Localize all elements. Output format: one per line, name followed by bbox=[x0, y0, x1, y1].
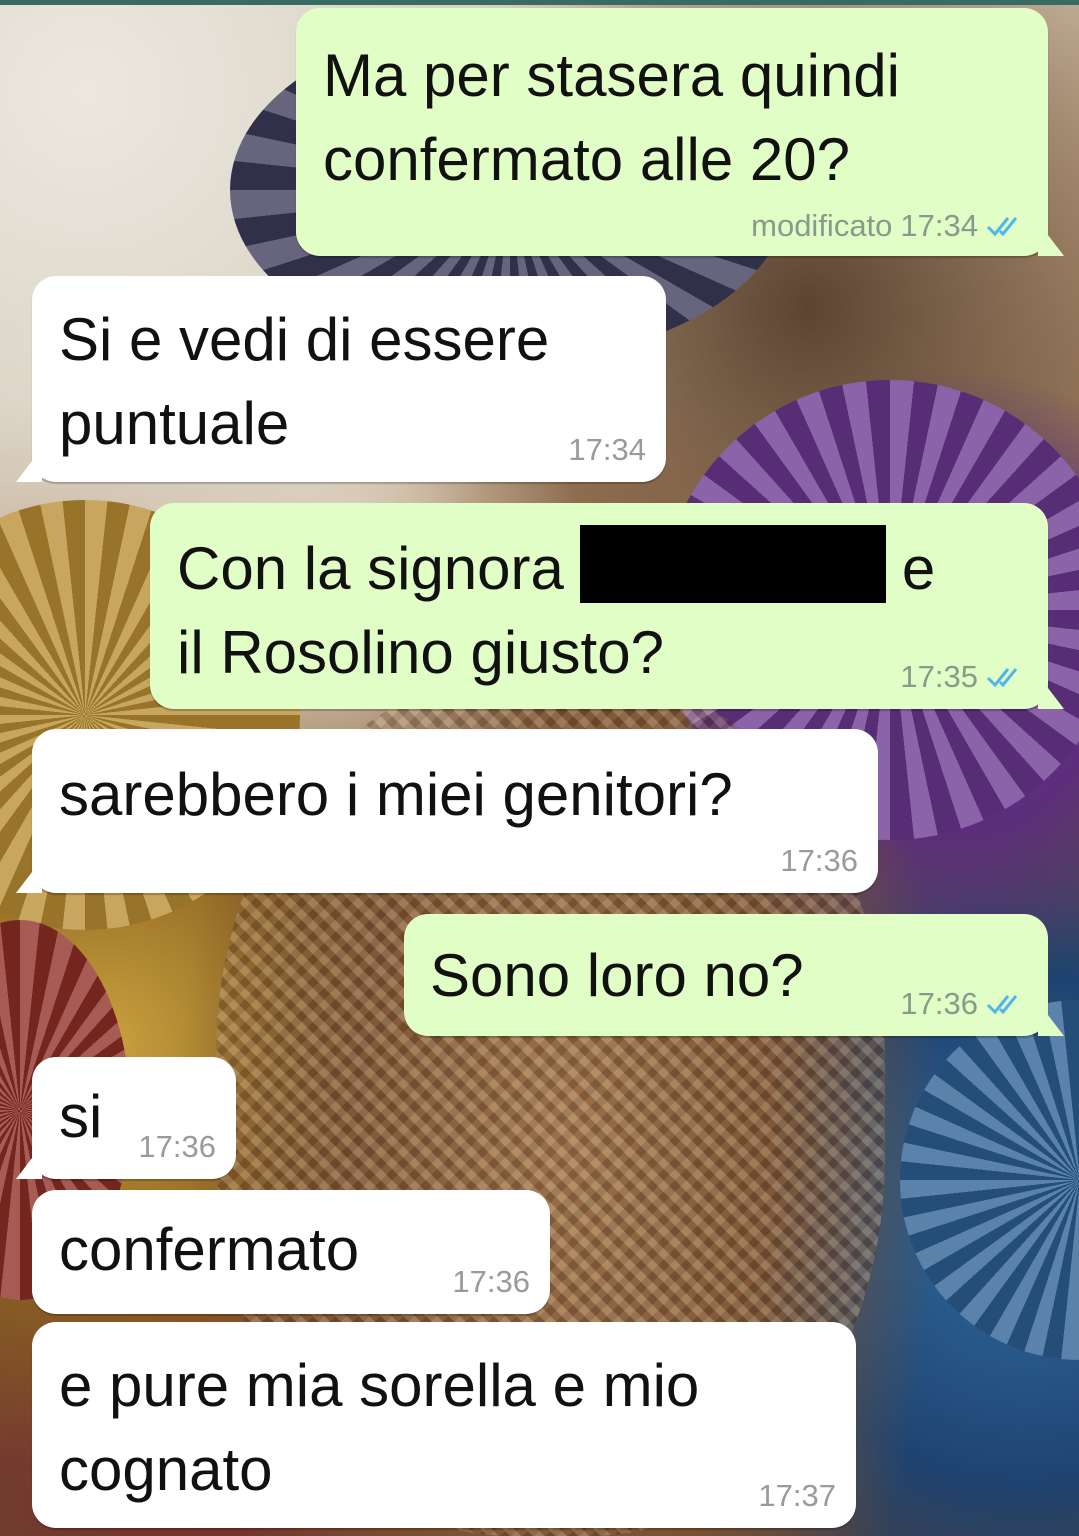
message-bubble-outgoing[interactable]: Sono loro no? 17:36 bbox=[404, 914, 1064, 1036]
message-line: Ma per stasera quindi bbox=[323, 42, 900, 109]
message-line: sarebbero i miei genitori? bbox=[59, 761, 733, 828]
message-meta: modificato 17:34 bbox=[751, 208, 1028, 244]
message-line: Sono loro no? bbox=[430, 942, 804, 1009]
message-line: cognato bbox=[59, 1436, 273, 1503]
wallpaper-decor bbox=[900, 1000, 1079, 1360]
message-text: sarebbero i miei genitori? bbox=[59, 753, 733, 837]
message-fragment: e bbox=[901, 535, 936, 602]
message-time: 17:37 bbox=[758, 1478, 836, 1513]
message-text: Si e vedi di essere puntuale bbox=[59, 298, 549, 466]
message-bubble-outgoing[interactable]: Con la signora e il Rosolino giusto? 17:3… bbox=[150, 503, 1064, 709]
message-time: 17:36 bbox=[138, 1129, 216, 1164]
message-meta: 17:36 bbox=[138, 1129, 216, 1165]
double-check-icon bbox=[986, 217, 1018, 237]
message-line: Si e vedi di essere bbox=[59, 306, 550, 373]
message-line: Con la signora e bbox=[177, 525, 935, 611]
message-line: confermato alle 20? bbox=[323, 126, 850, 193]
edited-label: modificato bbox=[751, 208, 893, 243]
message-text: e pure mia sorella e mio cognato bbox=[59, 1344, 699, 1512]
message-meta: 17:34 bbox=[568, 432, 646, 468]
message-meta: 17:36 bbox=[452, 1264, 530, 1300]
message-text: Ma per stasera quindi confermato alle 20… bbox=[323, 34, 900, 202]
message-line: puntuale bbox=[59, 390, 290, 457]
message-meta: 17:35 bbox=[900, 659, 1028, 695]
message-line: si bbox=[59, 1083, 103, 1150]
message-bubble-incoming[interactable]: confermato 17:36 bbox=[32, 1190, 550, 1314]
message-text: Con la signora e il Rosolino giusto? bbox=[177, 525, 935, 695]
double-check-icon bbox=[986, 995, 1018, 1015]
double-check-icon bbox=[986, 668, 1018, 688]
message-fragment: Con la signora bbox=[177, 535, 564, 602]
message-time: 17:36 bbox=[780, 843, 858, 878]
message-bubble-incoming[interactable]: si 17:36 bbox=[16, 1057, 236, 1179]
message-line: e pure mia sorella e mio bbox=[59, 1352, 700, 1419]
message-meta: 17:37 bbox=[758, 1478, 836, 1514]
app-bar-edge bbox=[0, 0, 1079, 5]
message-meta: 17:36 bbox=[780, 843, 858, 879]
message-bubble-incoming[interactable]: Si e vedi di essere puntuale 17:34 bbox=[16, 276, 666, 482]
message-time: 17:34 bbox=[900, 208, 978, 243]
message-time: 17:35 bbox=[900, 659, 978, 694]
message-text: Sono loro no? bbox=[430, 934, 804, 1018]
message-line: confermato bbox=[59, 1216, 360, 1283]
message-bubble-incoming[interactable]: e pure mia sorella e mio cognato 17:37 bbox=[32, 1322, 856, 1528]
redaction-box bbox=[579, 525, 886, 603]
message-meta: 17:36 bbox=[900, 986, 1028, 1022]
message-time: 17:36 bbox=[452, 1264, 530, 1299]
message-time: 17:36 bbox=[900, 986, 978, 1021]
message-line: il Rosolino giusto? bbox=[177, 619, 664, 686]
message-time: 17:34 bbox=[568, 432, 646, 467]
message-bubble-incoming[interactable]: sarebbero i miei genitori? 17:36 bbox=[16, 729, 878, 893]
message-text: si bbox=[59, 1075, 102, 1159]
message-bubble-outgoing[interactable]: Ma per stasera quindi confermato alle 20… bbox=[296, 8, 1064, 256]
message-text: confermato bbox=[59, 1208, 359, 1292]
